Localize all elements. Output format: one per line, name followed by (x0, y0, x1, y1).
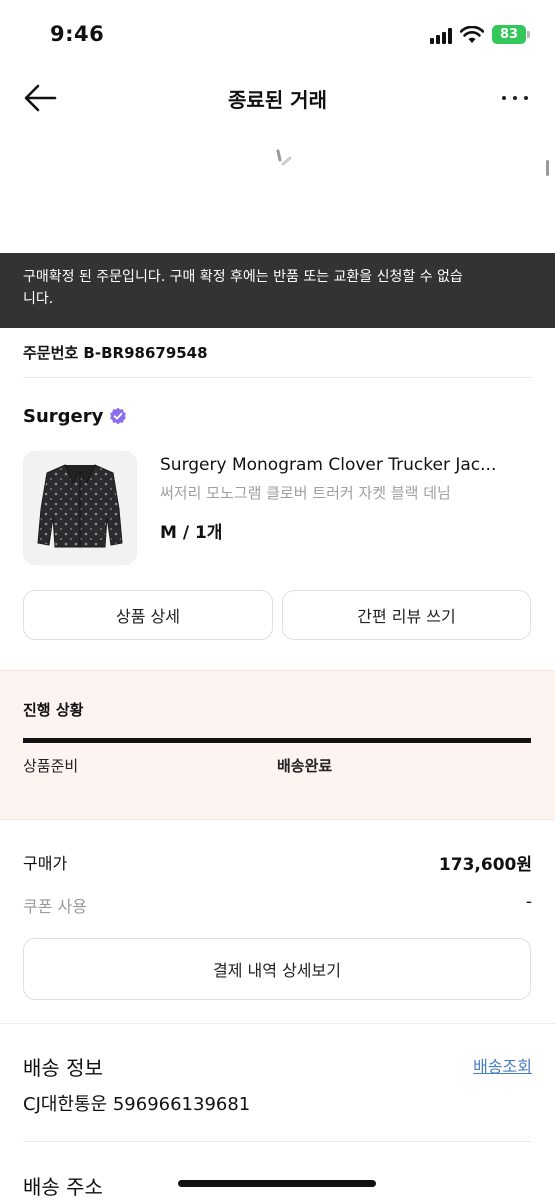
coupon-value: - (525, 892, 532, 912)
scrollbar[interactable] (546, 160, 549, 176)
product-name-korean: 써저리 모노그램 클로버 트러커 자켓 블랙 데님 (160, 484, 451, 502)
payment-details-button[interactable]: 결제 내역 상세보기 (23, 938, 531, 1000)
status-bar: 9:46 83 (0, 0, 555, 64)
nav-bar: 종료된 거래 (0, 64, 555, 130)
progress-bar (23, 738, 531, 743)
wifi-icon (460, 26, 484, 43)
home-indicator[interactable] (178, 1180, 376, 1187)
price-value: 173,600원 (438, 855, 532, 875)
shipping-address-title: 배송 주소 (23, 1175, 103, 1199)
progress-section: 진행 상황 상품준비 배송완료 (0, 670, 555, 820)
battery-tip (527, 31, 530, 38)
more-options-icon[interactable] (498, 82, 532, 112)
jacket-image (37, 464, 123, 548)
divider (23, 1141, 531, 1142)
divider (23, 377, 531, 378)
shipping-info-title: 배송 정보 (23, 1056, 103, 1080)
seller-name[interactable]: Surgery (23, 406, 103, 427)
status-time: 9:46 (50, 22, 105, 46)
step-preparing: 상품준비 (23, 757, 79, 775)
verified-badge-icon (110, 407, 127, 425)
section-divider (0, 1023, 555, 1024)
product-image[interactable] (23, 451, 137, 565)
step-delivered: 배송완료 (277, 757, 333, 775)
purchase-confirmed-notice: 구매확정 된 주문입니다. 구매 확정 후에는 반품 또는 교환을 신청할 수 … (0, 253, 555, 328)
coupon-label: 쿠폰 사용 (23, 897, 87, 916)
progress-title: 진행 상황 (23, 701, 84, 719)
track-shipment-link[interactable]: 배송조회 (473, 1053, 532, 1077)
battery-indicator: 83 (492, 25, 526, 44)
product-name[interactable]: Surgery Monogram Clover Trucker Jac... (160, 455, 532, 475)
product-option: M / 1개 (160, 523, 223, 543)
product-detail-button[interactable]: 상품 상세 (23, 590, 273, 640)
loading-spinner-icon (276, 149, 292, 166)
seller-row[interactable]: Surgery (23, 404, 127, 428)
page-title: 종료된 거래 (228, 88, 327, 112)
order-number: 주문번호 B-BR98679548 (23, 344, 208, 362)
carrier-tracking-number: CJ대한통운 596966139681 (23, 1094, 251, 1115)
progress-bar-fill (23, 738, 531, 743)
cellular-signal-icon (430, 28, 454, 44)
price-label: 구매가 (23, 854, 68, 873)
write-review-button[interactable]: 간편 리뷰 쓰기 (282, 590, 531, 640)
